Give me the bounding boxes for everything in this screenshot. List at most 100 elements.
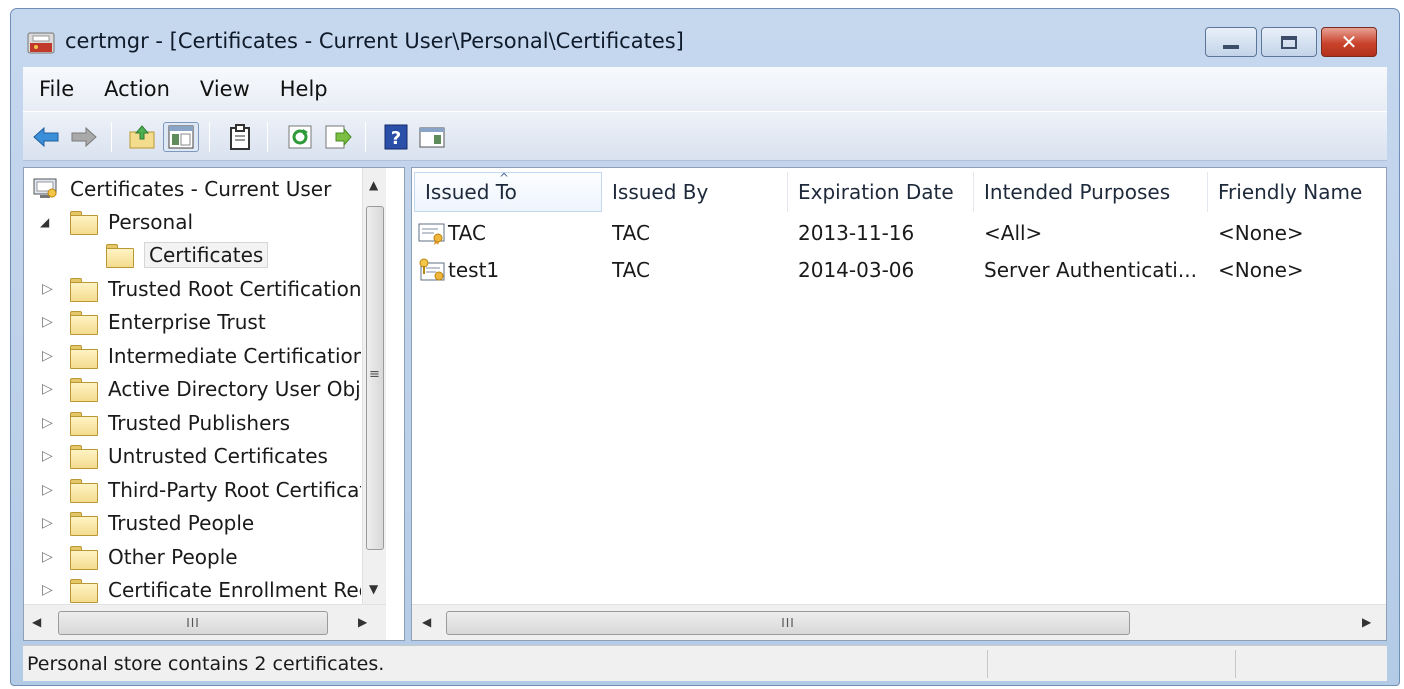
- back-arrow-icon: [33, 126, 59, 148]
- list-horizontal-scroll-thumb[interactable]: III: [446, 611, 1130, 635]
- collapse-arrow-icon[interactable]: ◢: [40, 215, 49, 229]
- menu-help[interactable]: Help: [264, 77, 342, 101]
- expand-arrow-icon[interactable]: ▷: [42, 381, 53, 397]
- back-button[interactable]: [31, 122, 61, 152]
- tree-item-active-directory[interactable]: ▷ Active Directory User Object: [24, 374, 361, 404]
- table-row[interactable]: TAC TAC 2013-11-16 <All> <None>: [412, 216, 1388, 250]
- tree-item-label: Trusted Publishers: [108, 411, 291, 435]
- scroll-left-arrow-icon[interactable]: ◀: [422, 615, 431, 629]
- help-button[interactable]: ?: [381, 122, 411, 152]
- expand-arrow-icon[interactable]: ▷: [42, 549, 53, 565]
- expand-arrow-icon[interactable]: ▷: [42, 348, 53, 364]
- scroll-down-arrow-icon[interactable]: ▼: [369, 582, 378, 596]
- cell-issued-by: TAC: [612, 258, 650, 282]
- tree-vertical-scrollbar[interactable]: ▲ ≡ ▼: [362, 168, 386, 604]
- folder-icon: [70, 378, 98, 402]
- folder-icon: [70, 579, 98, 603]
- tree-item-enrollment-requests[interactable]: ▷ Certificate Enrollment Requests: [24, 575, 361, 604]
- tree-item-third-party-root[interactable]: ▷ Third-Party Root Certification Authori…: [24, 475, 361, 505]
- menu-action[interactable]: Action: [88, 77, 184, 101]
- status-text: Personal store contains 2 certificates.: [27, 652, 385, 675]
- menu-file[interactable]: File: [23, 77, 88, 101]
- clipboard-icon: [230, 124, 250, 150]
- column-header-intended-purposes[interactable]: Intended Purposes: [974, 172, 1208, 212]
- computer-certificates-icon: [33, 178, 57, 198]
- cell-intended-purposes: <All>: [984, 221, 1043, 245]
- tree-item-trusted-root[interactable]: ▷ Trusted Root Certification Authorities: [24, 274, 361, 304]
- column-header-issued-by[interactable]: Issued By: [602, 172, 788, 212]
- certmgr-app-icon: [27, 32, 55, 54]
- tree-item-label: Intermediate Certification Authorities: [108, 344, 361, 368]
- export-list-button[interactable]: [323, 122, 353, 152]
- tree-item-intermediate[interactable]: ▷ Intermediate Certification Authorities: [24, 341, 361, 371]
- sort-ascending-icon: ^: [499, 172, 510, 185]
- tree-item-label: Certificates: [144, 242, 269, 268]
- scroll-left-arrow-icon[interactable]: ◀: [32, 615, 41, 629]
- scroll-right-arrow-icon[interactable]: ▶: [358, 615, 367, 629]
- scroll-right-arrow-icon[interactable]: ▶: [1362, 615, 1371, 629]
- expand-arrow-icon[interactable]: ▷: [42, 281, 53, 297]
- tree-item-certificates[interactable]: Certificates: [106, 240, 269, 270]
- certificate-list-pane[interactable]: ^ Issued To Issued By Expiration Date In…: [411, 167, 1387, 641]
- scroll-up-arrow-icon[interactable]: ▲: [369, 178, 378, 192]
- cell-expiration-date: 2013-11-16: [798, 221, 915, 245]
- minimize-button[interactable]: [1205, 27, 1257, 57]
- cell-friendly-name: <None>: [1218, 221, 1304, 245]
- maximize-button[interactable]: [1261, 27, 1317, 57]
- grip-icon: III: [186, 616, 200, 630]
- tree-item-other-people[interactable]: ▷ Other People: [24, 542, 238, 572]
- folder-icon: [70, 412, 98, 436]
- up-one-level-button[interactable]: [127, 122, 157, 152]
- console-tree-pane[interactable]: Certificates - Current User ◢ Personal C…: [23, 167, 405, 641]
- refresh-icon: [288, 125, 312, 149]
- tree-item-personal[interactable]: ◢ Personal: [24, 207, 193, 237]
- refresh-button[interactable]: [285, 122, 315, 152]
- action-pane-button[interactable]: [417, 122, 447, 152]
- table-row[interactable]: test1 TAC 2014-03-06 Server Authenticati…: [412, 253, 1388, 287]
- column-header-issued-to[interactable]: ^ Issued To: [414, 172, 602, 212]
- tree-item-untrusted[interactable]: ▷ Untrusted Certificates: [24, 441, 328, 471]
- export-list-icon: [325, 125, 352, 149]
- properties-button[interactable]: [225, 122, 255, 152]
- certificate-key-icon: [419, 258, 445, 281]
- expand-arrow-icon[interactable]: ▷: [42, 582, 53, 598]
- svg-text:?: ?: [391, 128, 401, 149]
- tree-horizontal-scroll-thumb[interactable]: III: [58, 611, 328, 635]
- menu-view[interactable]: View: [184, 77, 264, 101]
- cell-expiration-date: 2014-03-06: [798, 258, 915, 282]
- list-horizontal-scrollbar[interactable]: ◀ III ▶: [412, 604, 1386, 640]
- tree-item-label: Other People: [108, 545, 238, 569]
- tree-horizontal-scrollbar[interactable]: ◀ III ▶: [24, 604, 386, 640]
- tree-item-label: Untrusted Certificates: [108, 444, 328, 468]
- folder-icon: [70, 546, 98, 570]
- cell-friendly-name: <None>: [1218, 258, 1304, 282]
- up-folder-icon: [129, 125, 155, 149]
- forward-button[interactable]: [69, 122, 99, 152]
- folder-icon: [70, 311, 98, 335]
- folder-icon: [70, 445, 98, 469]
- expand-arrow-icon[interactable]: ▷: [42, 314, 53, 330]
- title-bar[interactable]: certmgr - [Certificates - Current User\P…: [11, 9, 1399, 65]
- tree-root[interactable]: Certificates - Current User: [32, 174, 331, 204]
- show-hide-tree-button[interactable]: [163, 122, 199, 152]
- folder-icon: [106, 244, 134, 268]
- cell-issued-to: test1: [418, 253, 602, 287]
- tree-item-trusted-people[interactable]: ▷ Trusted People: [24, 508, 254, 538]
- toolbar: ?: [23, 111, 1387, 161]
- action-pane-icon: [419, 127, 445, 148]
- close-icon: ✕: [1340, 30, 1358, 54]
- expand-arrow-icon[interactable]: ▷: [42, 515, 53, 531]
- expand-arrow-icon[interactable]: ▷: [42, 448, 53, 464]
- expand-arrow-icon[interactable]: ▷: [42, 415, 53, 431]
- tree-item-trusted-publishers[interactable]: ▷ Trusted Publishers: [24, 408, 290, 438]
- tree-item-label: Certificate Enrollment Requests: [108, 578, 361, 602]
- expand-arrow-icon[interactable]: ▷: [42, 482, 53, 498]
- tree-item-label: Personal: [108, 210, 194, 234]
- help-icon: ?: [384, 124, 408, 150]
- tree-item-enterprise-trust[interactable]: ▷ Enterprise Trust: [24, 307, 266, 337]
- close-button[interactable]: ✕: [1321, 27, 1377, 57]
- column-header-friendly-name[interactable]: Friendly Name: [1208, 172, 1386, 212]
- tree-vertical-scroll-thumb[interactable]: ≡: [366, 206, 384, 550]
- status-bar: Personal store contains 2 certificates.: [23, 645, 1387, 681]
- column-header-expiration-date[interactable]: Expiration Date: [788, 172, 974, 212]
